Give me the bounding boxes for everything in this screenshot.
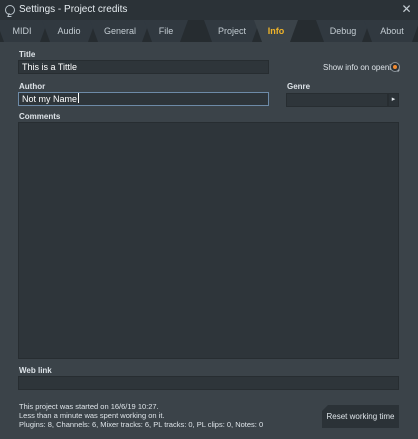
author-input[interactable]: Not my Name xyxy=(18,92,269,106)
comments-label: Comments xyxy=(19,112,61,121)
tab-debug[interactable]: Debug xyxy=(316,20,370,42)
tab-midi[interactable]: MIDI xyxy=(0,20,48,42)
genre-select[interactable] xyxy=(286,93,388,107)
tab-audio[interactable]: Audio xyxy=(42,20,96,42)
author-label: Author xyxy=(19,82,46,91)
speech-bubble-icon xyxy=(5,5,15,15)
project-stats-text: Plugins: 8, Channels: 6, Mixer tracks: 6… xyxy=(19,420,264,429)
title-label: Title xyxy=(19,50,36,59)
title-input[interactable]: This is a Tittle xyxy=(18,60,269,74)
text-caret xyxy=(78,93,80,103)
time-spent-text: Less than a minute was spent working on … xyxy=(19,411,165,420)
tab-info[interactable]: Info xyxy=(254,20,298,42)
reset-working-time-button[interactable]: Reset working time xyxy=(322,405,399,428)
close-icon[interactable]: ✕ xyxy=(400,3,413,16)
tab-file[interactable]: File xyxy=(144,20,188,42)
genre-label: Genre xyxy=(287,82,311,91)
genre-dropdown-arrow-icon[interactable]: ▸ xyxy=(388,93,399,107)
project-started-text: This project was started on 16/6/19 10:2… xyxy=(19,402,159,411)
show-info-toggle[interactable] xyxy=(390,62,400,72)
tab-bar: MIDI Audio General File Project Info Deb… xyxy=(0,20,418,42)
weblink-input[interactable] xyxy=(18,376,399,390)
author-value: Not my Name xyxy=(22,94,78,104)
tab-about[interactable]: About xyxy=(364,20,418,42)
window-title: Settings - Project credits xyxy=(19,4,128,15)
tab-project[interactable]: Project xyxy=(204,20,260,42)
comments-textarea[interactable] xyxy=(18,122,399,359)
tab-general[interactable]: General xyxy=(90,20,150,42)
show-info-label: Show info on opening xyxy=(323,63,400,72)
title-bar: Settings - Project credits ✕ xyxy=(0,0,418,20)
weblink-label: Web link xyxy=(19,366,52,375)
